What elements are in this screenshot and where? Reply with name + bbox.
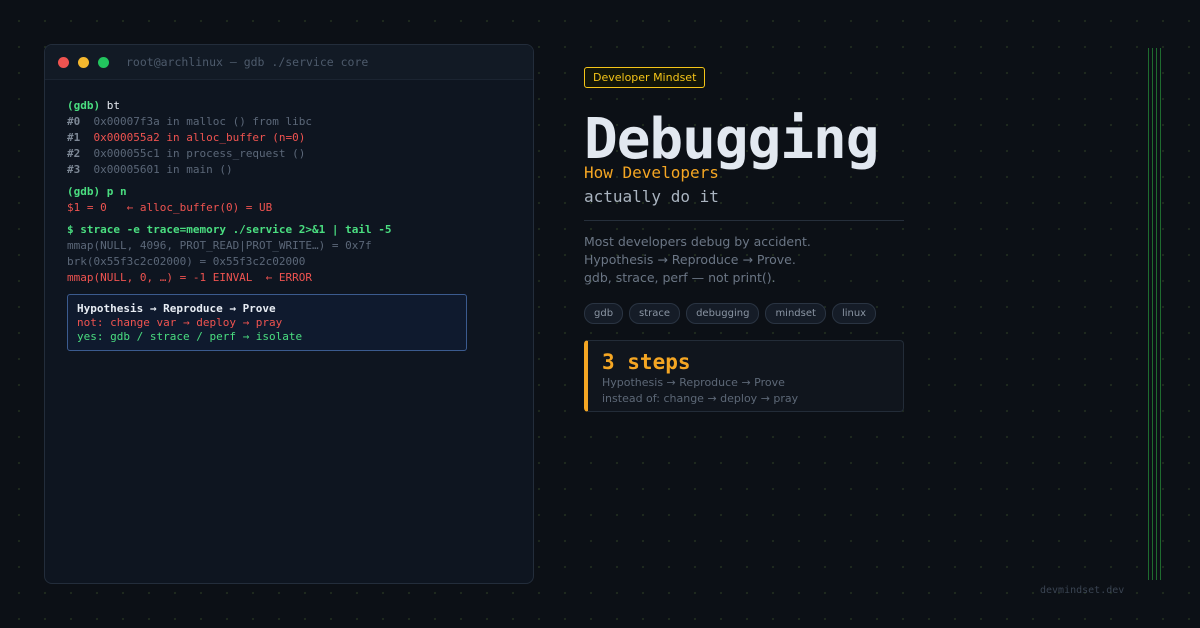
maximize-window-dot[interactable] xyxy=(98,56,109,68)
callout-not-line: not: change var → deploy → pray xyxy=(77,316,283,329)
callout-title: Hypothesis → Reproduce → Prove xyxy=(77,302,276,315)
page-title: Debugging xyxy=(584,107,879,172)
minimize-window-dot[interactable] xyxy=(78,56,89,68)
tag-strace[interactable]: strace xyxy=(629,303,681,324)
backtrace-frame: #3 0x00005601 in main () xyxy=(67,162,533,178)
gdb-prompt: (gdb) xyxy=(67,99,101,112)
frame-text: 0x00005601 in main () xyxy=(80,163,233,176)
strace-error-line: mmap(NULL, 0, …) = -1 EINVAL ← ERROR xyxy=(67,271,313,284)
gdb-command: p n xyxy=(106,185,127,198)
frame-text: 0x00007f3a in malloc () from libc xyxy=(80,115,313,128)
hero-panel: Developer Mindset Debugging How Develope… xyxy=(584,66,906,412)
terminal-output: (gdb) bt #0 0x00007f3a in malloc () from… xyxy=(45,80,533,351)
strace-output: mmap(NULL, 4096, PROT_READ|PROT_WRITE…) … xyxy=(67,238,533,286)
description-line: gdb, strace, perf — not print(). xyxy=(584,270,776,285)
backtrace-frame: #1 0x000055a2 in alloc_buffer (n=0) xyxy=(67,130,533,146)
frame-text: 0x000055a2 in alloc_buffer (n=0) xyxy=(80,131,306,144)
steps-card: 3 steps Hypothesis → Reproduce → Prove i… xyxy=(584,340,904,412)
tag-mindset[interactable]: mindset xyxy=(765,303,826,324)
subtitle-secondary: actually do it xyxy=(584,187,719,206)
frame-number: #2 xyxy=(67,147,81,160)
frame-text: 0x000055c1 in process_request () xyxy=(80,147,306,160)
backtrace-frame: #0 0x00007f3a in malloc () from libc xyxy=(67,114,533,130)
gdb-command: bt xyxy=(106,99,120,112)
backtrace-frames: #0 0x00007f3a in malloc () from libc #1 0… xyxy=(67,114,533,178)
frame-number: #0 xyxy=(67,115,81,128)
terminal-window: root@archlinux — gdb ./service core (gdb… xyxy=(44,44,534,584)
steps-line: Hypothesis → Reproduce → Prove xyxy=(602,376,785,389)
steps-line: instead of: change → deploy → pray xyxy=(602,392,799,405)
steps-headline: 3 steps xyxy=(602,350,691,374)
backtrace-frame: #2 0x000055c1 in process_request () xyxy=(67,146,533,162)
strace-line: mmap(NULL, 4096, PROT_READ|PROT_WRITE…) … xyxy=(67,239,372,252)
tag-debugging[interactable]: debugging xyxy=(686,303,760,324)
description-line: Most developers debug by accident. xyxy=(584,234,811,249)
method-callout: Hypothesis → Reproduce → Prove not: chan… xyxy=(67,294,467,351)
frame-number: #1 xyxy=(67,131,81,144)
footer-site: devmindset.dev xyxy=(1040,585,1125,596)
divider xyxy=(584,220,904,221)
tag-list: gdb strace debugging mindset linux xyxy=(584,303,906,324)
frame-number: #3 xyxy=(67,163,81,176)
description-line: Hypothesis → Reproduce → Prove. xyxy=(584,252,796,267)
decorative-vertical-lines xyxy=(1148,48,1162,580)
strace-command: $ strace -e trace=memory ./service 2>&1 … xyxy=(67,223,392,236)
gdb-print-line: (gdb) p n xyxy=(67,184,533,200)
close-window-dot[interactable] xyxy=(58,56,69,68)
gdb-bt-line: (gdb) bt xyxy=(67,98,533,114)
gdb-prompt: (gdb) xyxy=(67,185,101,198)
terminal-title: root@archlinux — gdb ./service core xyxy=(126,55,369,69)
category-badge: Developer Mindset xyxy=(584,67,706,88)
tag-gdb[interactable]: gdb xyxy=(584,303,624,324)
print-result: $1 = 0 ← alloc_buffer(0) = UB xyxy=(67,201,273,214)
callout-yes-line: yes: gdb / strace / perf → isolate xyxy=(77,330,303,343)
description: Most developers debug by accident. Hypot… xyxy=(584,233,906,287)
terminal-titlebar: root@archlinux — gdb ./service core xyxy=(45,45,533,80)
strace-line: brk(0x55f3c2c02000) = 0x55f3c2c02000 xyxy=(67,255,306,268)
tag-linux[interactable]: linux xyxy=(831,303,877,324)
